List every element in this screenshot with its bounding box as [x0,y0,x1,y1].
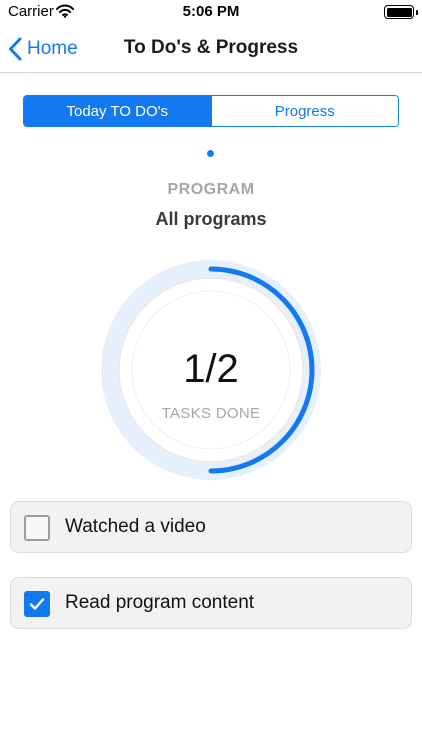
checkmark-icon [29,598,45,610]
status-time: 5:06 PM [182,3,240,20]
page-indicator-dot [207,150,214,157]
checkbox-unchecked-icon[interactable] [24,515,50,541]
navigation-bar: Home To Do's & Progress [0,26,422,73]
tab-today-todos[interactable]: Today TO DO's [24,96,211,126]
program-selector[interactable]: All programs [0,209,422,230]
task-label: Watched a video [65,516,206,537]
screen: Carrier 5:06 PM Home To Do's & Progress … [0,0,422,750]
status-bar: Carrier 5:06 PM [0,0,422,26]
battery-icon [384,5,418,19]
task-item-watched-video[interactable]: Watched a video [10,501,412,553]
battery-nub [415,9,418,15]
tab-progress[interactable]: Progress [210,96,398,126]
tasks-done-caption: TASKS DONE [161,405,261,422]
page-title: To Do's & Progress [123,37,299,58]
program-heading: PROGRAM [167,181,255,198]
tasks-done-count: 1/2 [183,347,239,391]
battery-fill [386,7,412,17]
checkbox-checked-icon[interactable] [24,591,50,617]
segmented-control: Today TO DO's Progress [23,95,399,127]
task-label: Read program content [65,592,255,613]
task-item-read-content[interactable]: Read program content [10,577,412,629]
